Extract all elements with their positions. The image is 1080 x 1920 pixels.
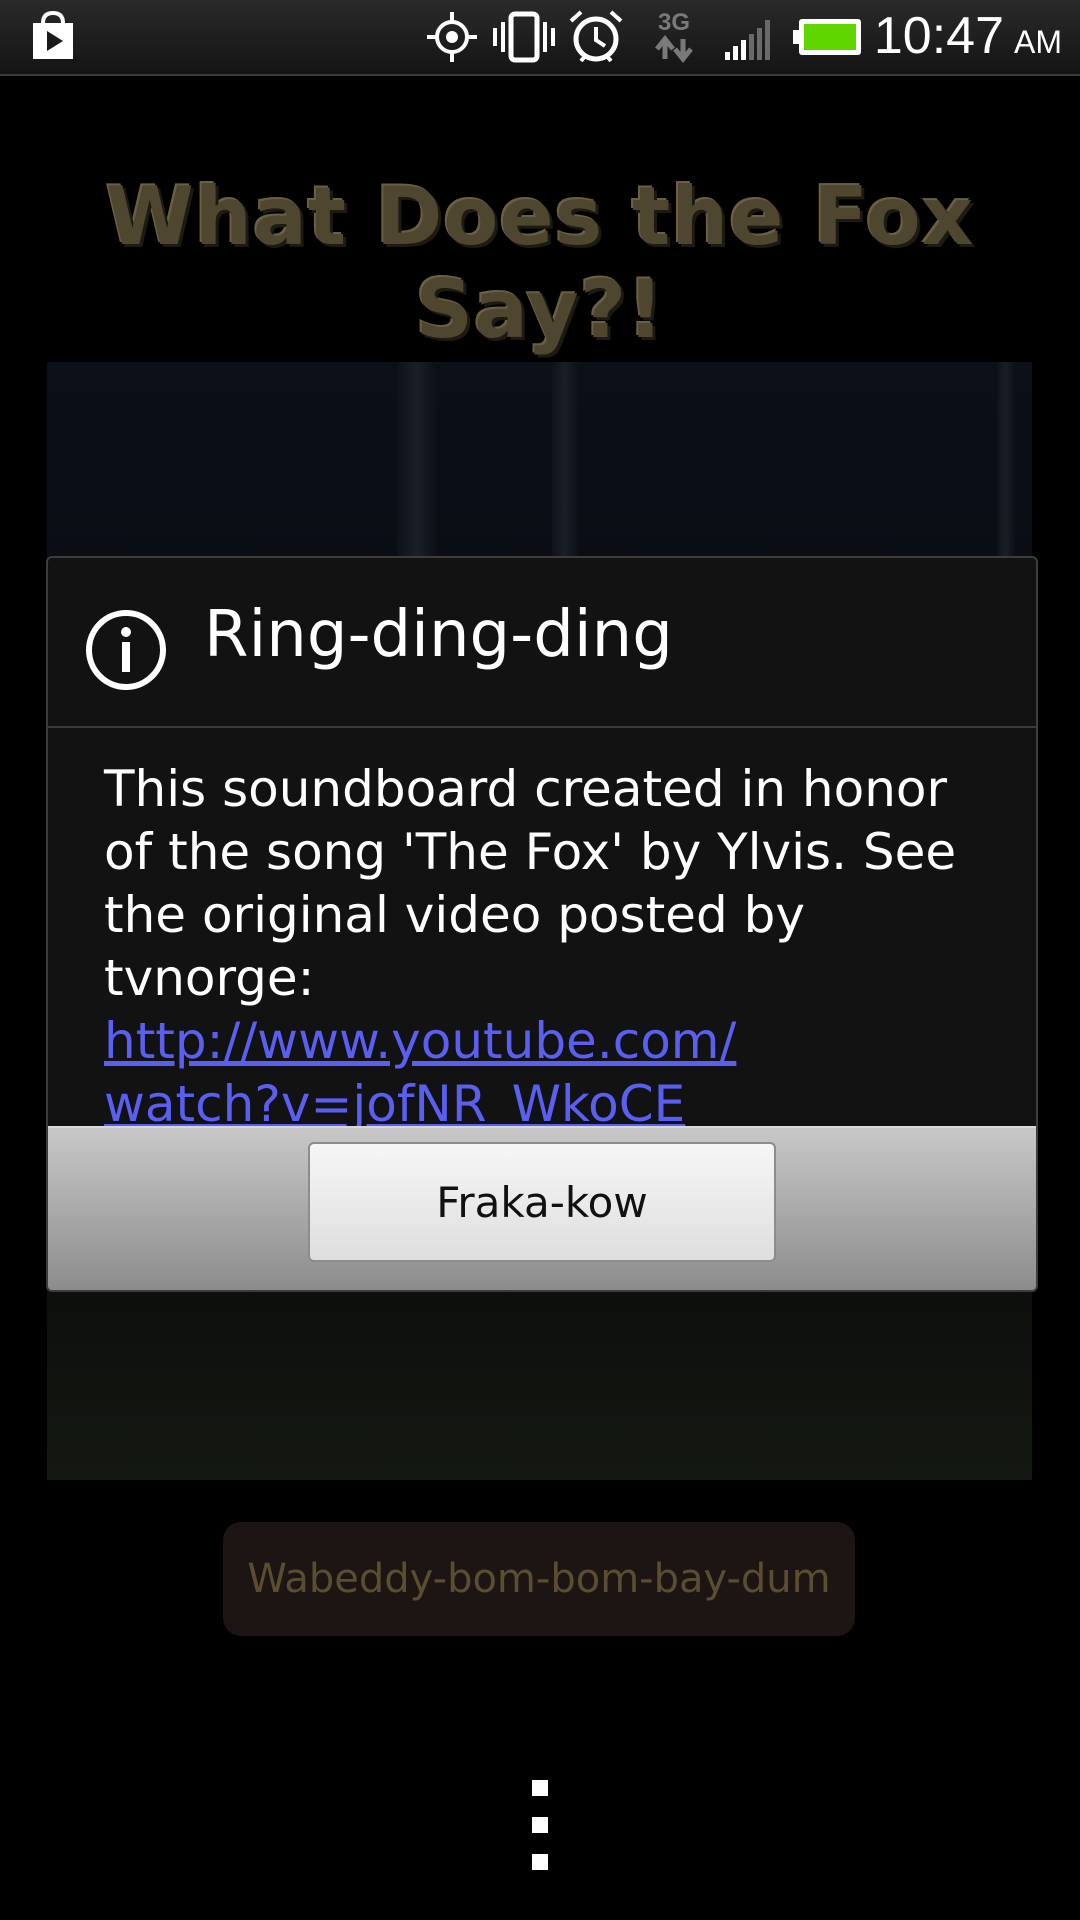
vibrate-icon [490,8,558,66]
tree-trunk [397,362,437,562]
sound-button[interactable]: Wabeddy-bom-bom-bay-dum [223,1522,855,1636]
dialog-title: Ring-ding-ding [204,598,673,672]
dialog-body-text: This soundboard created in honor of the … [104,760,957,1007]
clock-ampm: AM [1014,24,1062,60]
signal-icon [722,8,780,66]
network-label: 3G [657,9,690,36]
app-title: What Does the Fox Say?! [105,170,975,356]
screen: 3G 10:47 AM What Does the Fox Say?! Wabe… [0,0,1080,1920]
alarm-icon [566,8,626,66]
status-bar: 3G 10:47 AM [0,0,1080,76]
dialog-ok-button[interactable]: Fraka-kow [308,1142,776,1262]
battery-icon [792,8,864,66]
tree-trunk [997,362,1015,562]
gps-icon [424,8,480,66]
dialog-message: This soundboard created in honor of the … [104,758,1004,1136]
dialog-header: Ring-ding-ding [48,558,1036,728]
youtube-link-line1[interactable]: http://www.youtube.com/ [104,1012,736,1070]
clock-time: 10:47 [873,7,1004,65]
play-store-icon [24,8,82,66]
info-dialog: Ring-ding-ding This soundboard created i… [46,556,1038,1292]
dialog-footer: Fraka-kow [48,1126,1036,1290]
tree-trunk [552,362,578,562]
clock: 10:47 AM [874,6,1062,66]
youtube-link[interactable]: http://www.youtube.com/ watch?v=jofNR_Wk… [104,1010,1004,1136]
overflow-menu-icon[interactable] [520,1780,560,1870]
youtube-link-line2[interactable]: watch?v=jofNR_WkoCE [104,1075,685,1133]
network-3g-icon: 3G [648,8,700,66]
info-icon [86,610,166,690]
